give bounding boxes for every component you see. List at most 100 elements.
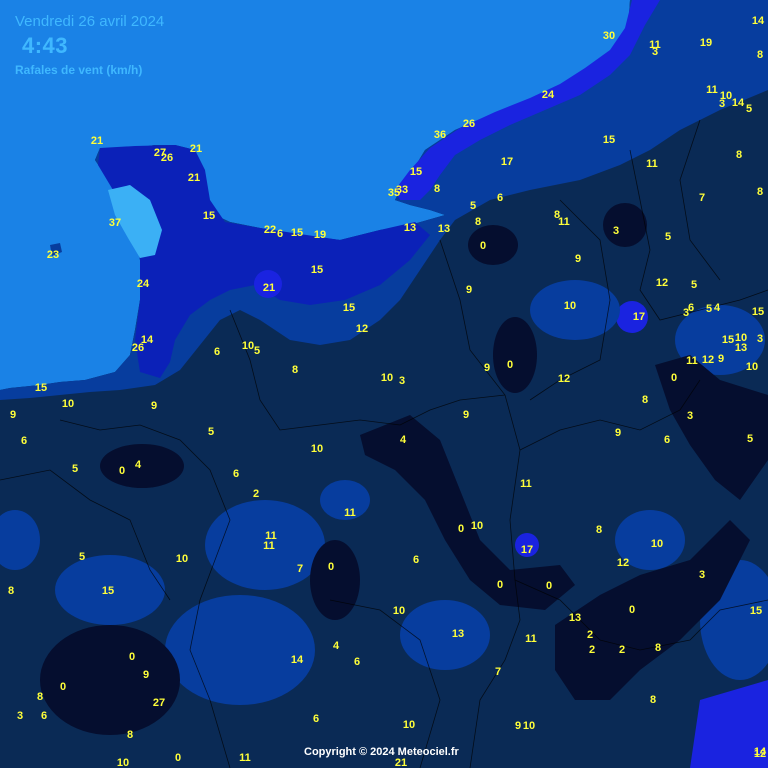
wind-gust-map: 30 14 11 3 19 8 24 11 10 3 14 5 36 26 15 8 21 27 26 21 21 17 1… <box>0 0 768 768</box>
wind-gust-value: 12 <box>617 557 629 569</box>
wind-gust-value: 10 <box>62 398 74 410</box>
wind-gust-value: 3 <box>399 375 405 387</box>
wind-gust-value: 11 <box>525 633 537 645</box>
wind-gust-value: 19 <box>700 37 712 49</box>
wind-gust-value: 8 <box>127 729 133 741</box>
wind-gust-value: 10 <box>176 553 188 565</box>
calm-zone <box>603 203 647 247</box>
wind-gust-value: 3 <box>613 225 619 237</box>
wind-gust-value: 8 <box>292 364 298 376</box>
map-canvas: 301411319824 11 103 14 53626158212726212117 1… <box>0 0 768 768</box>
wind-gust-value: 26 <box>132 342 144 354</box>
wind-gust-value: 10 <box>564 300 576 312</box>
calm-zone <box>100 444 184 488</box>
wind-gust-value: 9 <box>463 409 469 421</box>
wind-gust-value: 6 <box>214 346 220 358</box>
wind-gust-value: 6 <box>277 228 283 240</box>
wind-gust-value: 10 <box>403 719 415 731</box>
calm-zone <box>310 540 360 620</box>
wind-gust-value: 24 <box>542 89 555 101</box>
wind-gust-value: 0 <box>119 465 125 477</box>
wind-gust-value: 15 <box>102 585 114 597</box>
wind-gust-value: 15 <box>750 605 762 617</box>
wind-gust-value: 7 <box>297 563 303 575</box>
wind-gust-value: 4 <box>135 459 142 471</box>
wind-gust-value: 4 <box>400 434 407 446</box>
wind-gust-value: 5 <box>208 426 214 438</box>
wind-gust-value: 6 <box>21 435 27 447</box>
wind-gust-value: 10 <box>523 720 535 732</box>
wind-gust-value: 10 <box>381 372 393 384</box>
wind-gust-value: 11 <box>558 216 570 228</box>
wind-gust-value: 9 <box>10 409 16 421</box>
wind-gust-value: 14 <box>732 97 745 109</box>
wind-gust-value: 0 <box>497 579 503 591</box>
wind-gust-value: 3 <box>17 710 23 722</box>
wind-gust-value: 11 <box>344 507 356 519</box>
wind-gust-value: 21 <box>395 757 407 768</box>
wind-gust-value: 0 <box>458 523 464 535</box>
wind-gust-value: 9 <box>615 427 621 439</box>
wind-gust-value: 26 <box>463 118 475 130</box>
wind-gust-value: 15 <box>291 227 303 239</box>
wind-gust-value: 5 <box>72 463 78 475</box>
wind-gust-value: 37 <box>109 217 121 229</box>
wind-gust-value: 21 <box>91 135 103 147</box>
wind-gust-value: 0 <box>328 561 334 573</box>
wind-gust-value: 19 <box>314 229 326 241</box>
wind-gust-value: 17 <box>521 544 533 556</box>
wind-gust-value: 13 <box>404 222 416 234</box>
wind-gust-value: 8 <box>37 691 43 703</box>
wind-gust-value: 9 <box>575 253 581 265</box>
wind-gust-value: 10 <box>242 340 254 352</box>
wind-gust-value: 9 <box>515 720 521 732</box>
wind-gust-value: 5 <box>747 433 753 445</box>
wind-gust-value: 0 <box>629 604 635 616</box>
wind-gust-value: 6 <box>664 434 670 446</box>
wind-gust-value: 22 <box>264 224 276 236</box>
wind-gust-value: 3 <box>683 307 689 319</box>
calm-zone <box>468 225 518 265</box>
calm-zone <box>40 625 180 735</box>
wind-gust-value: 13 <box>735 342 747 354</box>
wind-gust-value: 2 <box>587 629 593 641</box>
wind-gust-value: 8 <box>757 186 763 198</box>
wind-gust-value: 0 <box>671 372 677 384</box>
wind-gust-value: 0 <box>507 359 513 371</box>
wind-gust-value: 8 <box>650 694 656 706</box>
wind-gust-value: 23 <box>47 249 59 261</box>
wind-gust-value: 0 <box>60 681 66 693</box>
wind-gust-value: 3 <box>652 46 658 58</box>
wind-gust-value: 27 <box>153 697 165 709</box>
wind-gust-value: 11 <box>686 355 698 367</box>
wind-gust-value: 7 <box>495 666 501 678</box>
wind-gust-value: 6 <box>313 713 319 725</box>
wind-gust-value: 15 <box>35 382 47 394</box>
wind-gust-value: 4 <box>333 640 340 652</box>
wind-gust-value: 17 <box>633 311 645 323</box>
wind-gust-value: 5 <box>254 345 260 357</box>
wind-gust-value: 5 <box>746 103 752 115</box>
wind-gust-value: 10 <box>117 757 129 768</box>
wind-gust-value: 9 <box>466 284 472 296</box>
wind-gust-value: 33 <box>396 184 408 196</box>
wind-gust-value: 3 <box>699 569 705 581</box>
wind-gust-value: 12 <box>356 323 368 335</box>
wind-gust-value: 14 <box>291 654 304 666</box>
wind-gust-value: 9 <box>484 362 490 374</box>
wind-gust-value: 2 <box>619 644 625 656</box>
wind-gust-value: 13 <box>569 612 581 624</box>
wind-gust-value: 3 <box>719 98 725 110</box>
wind-gust-value: 12 <box>558 373 570 385</box>
wind-gust-value: 26 <box>161 152 173 164</box>
wind-gust-value: 10 <box>651 538 663 550</box>
wind-gust-value: 8 <box>596 524 602 536</box>
wind-gust-value: 0 <box>129 651 135 663</box>
wind-gust-value: 0 <box>546 580 552 592</box>
wind-gust-value: 3 <box>687 410 693 422</box>
wind-gust-value: 8 <box>434 183 440 195</box>
wind-gust-value: 15 <box>311 264 323 276</box>
wind-gust-value: 11 <box>520 478 532 490</box>
wind-gust-value: 5 <box>706 303 712 315</box>
wind-gust-value: 11 <box>706 84 718 96</box>
